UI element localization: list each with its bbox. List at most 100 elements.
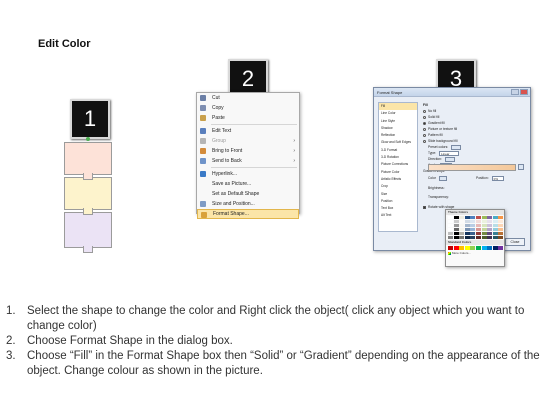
menu-item[interactable]: Copy xyxy=(197,103,299,113)
color-swatch[interactable] xyxy=(448,235,453,240)
color-swatch[interactable] xyxy=(464,246,470,251)
dialog-nav-item[interactable]: Artistic Effects xyxy=(379,176,417,183)
color-swatch[interactable] xyxy=(453,235,459,240)
menu-item[interactable]: Set as Default Shape xyxy=(197,189,299,199)
dialog-nav-item[interactable]: 3-D Rotation xyxy=(379,154,417,161)
dialog-nav-item[interactable]: Text Box xyxy=(379,205,417,212)
position-input[interactable]: 0% xyxy=(491,175,504,181)
color-swatch[interactable] xyxy=(475,216,481,220)
dialog-nav-item[interactable]: Reflection xyxy=(379,132,417,139)
menu-item[interactable]: Group › xyxy=(197,136,299,146)
color-swatch[interactable] xyxy=(470,235,476,240)
dialog-nav-item[interactable]: Line Color xyxy=(379,110,417,117)
color-swatch[interactable] xyxy=(492,231,498,236)
color-swatch[interactable] xyxy=(453,227,459,232)
color-swatch[interactable] xyxy=(475,246,481,251)
color-swatch[interactable] xyxy=(498,235,504,240)
gradient-stops-slider[interactable] xyxy=(428,164,516,171)
color-swatch[interactable] xyxy=(470,231,476,236)
menu-item[interactable]: Paste xyxy=(197,113,299,123)
color-swatch[interactable] xyxy=(470,227,476,232)
menu-item[interactable]: Edit Text xyxy=(197,126,299,136)
menu-item[interactable]: Save as Picture... xyxy=(197,179,299,189)
color-swatch[interactable] xyxy=(448,219,453,224)
menu-item[interactable]: Size and Position... xyxy=(197,199,299,209)
color-swatch[interactable] xyxy=(453,246,459,251)
color-swatch[interactable] xyxy=(475,231,481,236)
color-swatch[interactable] xyxy=(481,231,487,236)
color-swatch[interactable] xyxy=(498,223,504,228)
color-swatch[interactable] xyxy=(470,246,476,251)
rotation-handle[interactable] xyxy=(86,137,90,141)
radio-button[interactable] xyxy=(423,109,426,113)
menu-item[interactable]: Bring to Front › xyxy=(197,146,299,156)
dialog-nav-item[interactable]: Picture Corrections xyxy=(379,161,417,168)
color-swatch[interactable] xyxy=(448,246,453,251)
color-swatch[interactable] xyxy=(487,223,493,228)
radio-button[interactable] xyxy=(423,121,426,125)
shape-middle[interactable] xyxy=(64,177,112,215)
color-swatch[interactable] xyxy=(475,235,481,240)
color-swatch[interactable] xyxy=(492,216,498,220)
dialog-nav-item[interactable]: Crop xyxy=(379,183,417,190)
color-swatch[interactable] xyxy=(470,216,476,220)
color-swatch[interactable] xyxy=(464,223,470,228)
color-swatch[interactable] xyxy=(464,235,470,240)
radio-button[interactable] xyxy=(423,133,426,137)
radio-button[interactable] xyxy=(423,139,426,143)
dialog-nav-item[interactable]: Line Style xyxy=(379,118,417,125)
color-swatch[interactable] xyxy=(448,227,453,232)
dialog-nav-item[interactable]: Alt Text xyxy=(379,212,417,219)
dialog-nav-item[interactable]: Position xyxy=(379,198,417,205)
menu-item[interactable]: Cut xyxy=(197,93,299,103)
color-swatch[interactable] xyxy=(492,223,498,228)
color-swatch[interactable] xyxy=(459,227,465,232)
selected-shape-group[interactable] xyxy=(64,137,112,253)
dialog-nav-item[interactable]: Picture Color xyxy=(379,169,417,176)
direction-dropdown[interactable] xyxy=(444,156,455,162)
color-swatch[interactable] xyxy=(453,219,459,224)
color-swatch[interactable] xyxy=(492,246,498,251)
color-swatch[interactable] xyxy=(498,219,504,224)
color-swatch[interactable] xyxy=(481,223,487,228)
color-swatch[interactable] xyxy=(459,231,465,236)
shape-top[interactable] xyxy=(64,142,112,180)
add-stop-button[interactable] xyxy=(518,164,524,170)
help-button[interactable] xyxy=(511,89,519,95)
color-swatch[interactable] xyxy=(487,219,493,224)
color-swatch[interactable] xyxy=(498,216,504,220)
color-swatch[interactable] xyxy=(487,235,493,240)
color-swatch[interactable] xyxy=(481,219,487,224)
color-swatch[interactable] xyxy=(492,227,498,232)
color-swatch[interactable] xyxy=(459,223,465,228)
color-swatch[interactable] xyxy=(481,216,487,220)
dialog-nav-item[interactable]: 3-D Format xyxy=(379,147,417,154)
rotate-checkbox[interactable] xyxy=(423,205,426,209)
color-swatch[interactable] xyxy=(481,246,487,251)
color-swatch[interactable] xyxy=(475,219,481,224)
color-swatch[interactable] xyxy=(487,231,493,236)
radio-button[interactable] xyxy=(423,127,426,131)
color-swatch[interactable] xyxy=(453,216,459,220)
color-swatch[interactable] xyxy=(475,227,481,232)
color-swatch[interactable] xyxy=(498,227,504,232)
color-swatch[interactable] xyxy=(448,223,453,228)
color-swatch[interactable] xyxy=(464,219,470,224)
color-swatch[interactable] xyxy=(498,231,504,236)
dialog-nav-item[interactable]: Shadow xyxy=(379,125,417,132)
menu-item[interactable]: Format Shape... xyxy=(197,209,299,219)
more-colors-item[interactable]: More Colors... xyxy=(446,251,504,256)
color-swatch[interactable] xyxy=(470,223,476,228)
dialog-nav-item[interactable]: Size xyxy=(379,191,417,198)
color-swatch[interactable] xyxy=(459,219,465,224)
type-select[interactable]: Linear xyxy=(439,150,460,156)
color-swatch[interactable] xyxy=(448,231,453,236)
close-icon[interactable] xyxy=(520,89,528,95)
color-picker-button[interactable] xyxy=(438,175,447,181)
color-swatch[interactable] xyxy=(487,216,493,220)
color-swatch[interactable] xyxy=(475,223,481,228)
preset-colors-dropdown[interactable] xyxy=(451,144,462,150)
color-swatch[interactable] xyxy=(481,227,487,232)
color-swatch[interactable] xyxy=(492,235,498,240)
color-swatch[interactable] xyxy=(492,219,498,224)
